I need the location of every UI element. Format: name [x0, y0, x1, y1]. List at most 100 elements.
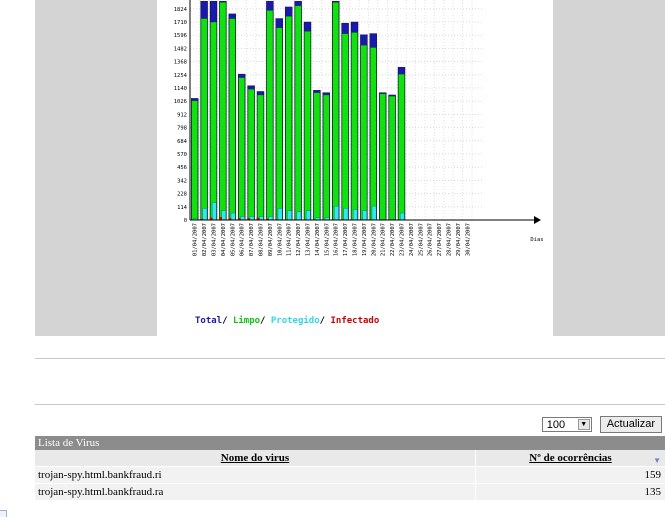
- bar-limpo: [342, 34, 348, 220]
- chevron-down-icon[interactable]: ▼: [578, 419, 590, 430]
- table-title: Lista de Virus: [35, 436, 665, 450]
- bar-limpo: [333, 2, 339, 220]
- bar-protegido: [222, 211, 226, 220]
- x-tick-label: 01/04/2007: [193, 223, 199, 256]
- bar-limpo: [210, 22, 216, 220]
- bar-limpo: [295, 6, 301, 220]
- virus-table: Lista de Virus Nome do virus Nº de ocorr…: [35, 436, 665, 501]
- bar-protegido: [269, 217, 273, 220]
- x-tick-label: 29/04/2007: [456, 223, 462, 256]
- x-tick-label: 24/04/2007: [409, 223, 415, 256]
- legend-limpo: Limpo: [233, 316, 260, 326]
- bar-protegido: [297, 212, 301, 220]
- y-tick-label: 1482: [174, 46, 187, 52]
- legend-separator: /: [222, 316, 227, 326]
- sort-desc-icon[interactable]: ▼: [653, 453, 661, 469]
- x-tick-label: 13/04/2007: [306, 223, 312, 256]
- bar-limpo: [389, 96, 395, 220]
- bar-protegido: [400, 213, 404, 220]
- table-header: Nome do virus Nº de ocorrências ▼: [35, 450, 665, 467]
- x-tick-label: 25/04/2007: [418, 223, 424, 256]
- virus-name: trojan-spy.html.bankfraud.ra: [35, 484, 476, 500]
- bar-chart: 0114228342456570684798912102611401254136…: [157, 0, 553, 336]
- divider-bottom: [35, 404, 665, 405]
- y-tick-label: 456: [177, 165, 187, 171]
- bar-protegido: [344, 208, 348, 220]
- x-axis-arrow-icon: [534, 216, 541, 224]
- column-header-count-label[interactable]: Nº de ocorrências: [529, 452, 611, 464]
- legend-infectado: Infectado: [331, 316, 380, 326]
- table-row: trojan-spy.html.bankfraud.ra 135: [35, 484, 665, 501]
- y-tick-label: 0: [184, 218, 187, 224]
- x-tick-label: 30/04/2007: [465, 223, 471, 256]
- page-size-value: 100: [547, 419, 565, 431]
- y-tick-label: 684: [177, 139, 188, 145]
- legend-separator: /: [260, 316, 265, 326]
- bar-protegido: [240, 217, 244, 220]
- bar-protegido: [231, 213, 235, 220]
- refresh-button[interactable]: Actualizar: [600, 416, 662, 433]
- x-tick-label: 05/04/2007: [230, 223, 236, 256]
- legend-protegido: Protegido: [271, 316, 320, 326]
- virus-name: trojan-spy.html.bankfraud.ri: [35, 467, 476, 483]
- bar-protegido: [212, 203, 216, 220]
- x-tick-label: 15/04/2007: [324, 223, 330, 256]
- x-tick-label: 20/04/2007: [371, 223, 377, 256]
- x-tick-label: 11/04/2007: [287, 223, 293, 256]
- x-tick-label: 12/04/2007: [296, 223, 302, 256]
- y-tick-label: 1368: [174, 60, 187, 66]
- bar-protegido: [259, 217, 263, 220]
- bar-limpo: [248, 89, 254, 220]
- bar-protegido: [203, 208, 207, 220]
- bar-limpo: [398, 74, 404, 220]
- x-tick-label: 14/04/2007: [315, 223, 321, 256]
- page-size-select[interactable]: 100 ▼: [542, 417, 592, 432]
- bar-limpo: [304, 31, 310, 220]
- table-row: trojan-spy.html.bankfraud.ri 159: [35, 467, 665, 484]
- bar-limpo: [286, 16, 292, 220]
- bar-limpo: [229, 19, 235, 220]
- bar-limpo: [323, 95, 329, 220]
- x-tick-label: 21/04/2007: [381, 223, 387, 256]
- bar-limpo: [192, 101, 198, 220]
- y-tick-label: 1026: [174, 99, 187, 105]
- virus-count: 135: [476, 484, 665, 500]
- bar-protegido: [250, 217, 254, 220]
- x-tick-label: 28/04/2007: [447, 223, 453, 256]
- bar-limpo: [201, 19, 207, 220]
- x-axis-label: Dias: [530, 237, 543, 243]
- x-tick-label: 09/04/2007: [268, 223, 274, 256]
- bar-protegido: [306, 211, 310, 220]
- column-header-count[interactable]: Nº de ocorrências ▼: [476, 450, 665, 466]
- x-tick-label: 27/04/2007: [437, 223, 443, 256]
- bar-protegido: [287, 211, 291, 220]
- bar-protegido: [363, 211, 367, 220]
- bar-protegido: [278, 208, 282, 220]
- x-tick-label: 16/04/2007: [334, 223, 340, 256]
- bar-limpo: [239, 78, 245, 220]
- column-header-name[interactable]: Nome do virus: [35, 450, 476, 466]
- chart-legend: Total/ Limpo/ Protegido/ Infectado: [195, 316, 379, 326]
- bar-limpo: [267, 10, 273, 220]
- x-tick-label: 22/04/2007: [390, 223, 396, 256]
- y-tick-label: 1710: [174, 20, 187, 26]
- bar-limpo: [351, 32, 357, 220]
- x-tick-label: 19/04/2007: [362, 223, 368, 256]
- x-tick-label: 04/04/2007: [221, 223, 227, 256]
- bar-limpo: [276, 28, 282, 220]
- x-tick-label: 06/04/2007: [240, 223, 246, 256]
- legend-total: Total: [195, 316, 222, 326]
- y-tick-label: 798: [177, 126, 187, 132]
- x-tick-label: 23/04/2007: [400, 223, 406, 256]
- x-tick-label: 02/04/2007: [202, 223, 208, 256]
- bar-limpo: [361, 45, 367, 220]
- x-tick-label: 18/04/2007: [353, 223, 359, 256]
- bar-protegido: [334, 206, 338, 220]
- y-tick-label: 570: [177, 152, 187, 158]
- x-tick-label: 17/04/2007: [343, 223, 349, 256]
- x-tick-label: 07/04/2007: [249, 223, 255, 256]
- y-tick-label: 1824: [174, 7, 188, 13]
- x-tick-label: 10/04/2007: [277, 223, 283, 256]
- y-tick-label: 114: [177, 205, 188, 211]
- y-tick-label: 1596: [174, 33, 187, 39]
